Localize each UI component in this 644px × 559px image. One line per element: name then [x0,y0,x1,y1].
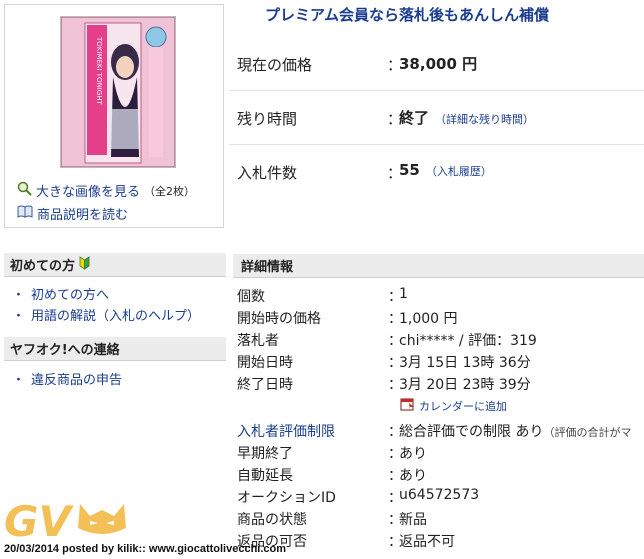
detail-row-bidder-rating-limit: 入札者評価制限 ： 総合評価での制限 あり（評価の合計がマ [237,421,644,443]
bullet: ・ [12,288,26,303]
detail-value: u64572573 [399,487,480,503]
rating-limit-note: （評価の合計がマ [543,426,632,439]
watermark-logo: GV [2,494,142,546]
current-price-label: 現在の価格 [237,56,313,74]
product-image-panel: TOKIMEKI TONIGHT 大きな画像を見る （全2枚） 商品説明を読む [4,4,224,228]
sidebar-link-report-violation[interactable]: ・違反商品の申告 [12,369,122,388]
detail-row-returns: 返品の可否 ： 返品不可 [237,531,644,553]
sidebar-link-beginners-guide[interactable]: ・初めての方へ [12,284,109,303]
package-title-text: TOKIMEKI TONIGHT [95,36,103,106]
bidder-rating-limit-link[interactable]: 入札者評価制限 [237,421,335,441]
bids-label: 入札件数 [237,164,298,182]
beginners-heading: 初めての方 [10,259,76,274]
detail-label: 開始日時 [237,355,293,371]
detail-value: あり [399,446,427,462]
detail-value: あり [399,468,427,484]
detail-label: 早期終了 [237,446,293,462]
time-left-label: 残り時間 [237,110,298,128]
beginners-section-header: 初めての方 [4,253,226,277]
enlarge-image-row: 大きな画像を見る （全2枚） [17,181,195,200]
calendar-icon [400,397,415,414]
detail-row-condition: 商品の状態 ： 新品 [237,509,644,531]
detail-row-auto-extend: 自動延長 ： あり [237,465,644,487]
detail-label: 落札者 [237,333,279,349]
current-price-row: 現在の価格 ： 38,000 円 [229,36,644,91]
detail-value: 総合評価での制限 あり（評価の合計がマ [399,421,631,441]
details-heading: 詳細情報 [241,260,294,275]
detail-label: 商品の状態 [237,512,307,528]
detail-value: 3月 20日 23時 39分 [399,377,531,393]
detail-row-quantity: 個数 ： 1 [237,286,644,308]
bids-value: 55 （入札履歴） [399,161,492,179]
product-image-art: TOKIMEKI TONIGHT [61,17,175,167]
detail-value: 3月 15日 13時 36分 [399,355,531,371]
bid-history-link[interactable]: （入札履歴） [426,165,492,178]
sidebar-link-label: 初めての方へ [31,288,110,303]
beginner-mark-icon [79,255,90,274]
enlarge-image-link[interactable]: 大きな画像を見る [36,181,140,200]
time-left-value: 終了 （詳細な残り時間） [399,107,534,128]
sidebar-link-label: 違反商品の申告 [31,373,123,388]
magnifier-icon [17,181,32,200]
add-to-calendar-link[interactable]: カレンダーに追加 [400,397,507,414]
winner-value[interactable]: chi***** / 評価：319 [399,330,537,350]
detail-label: 終了日時 [237,377,293,393]
sidebar-link-label: 用語の解説（入札のヘルプ） [31,309,201,324]
detail-label: 個数 [237,289,265,305]
rating-limit-value: 総合評価での制限 あり [399,424,544,440]
detail-row-early-end: 早期終了 ： あり [237,443,644,465]
bullet: ・ [12,309,26,324]
detail-row-end-time: 終了日時 ： 3月 20日 23時 39分 [237,374,644,396]
watermark-logo-text: GV [4,497,74,544]
bullet: ・ [12,373,26,388]
premium-insurance-banner-link[interactable]: プレミアム会員なら落札後もあんしん補償 [265,4,549,25]
detail-row-start-price: 開始時の価格 ： 1,000 円 [237,308,644,330]
time-left-status: 終了 [399,109,430,127]
read-description-link[interactable]: 商品説明を読む [37,204,128,223]
detail-label: 自動延長 [237,468,293,484]
image-count: （全2枚） [144,184,196,198]
bids-row: 入札件数 ： 55 （入札履歴） [229,144,644,198]
details-section-header: 詳細情報 [233,254,644,278]
detail-row-auction-id: オークションID ： u64572573 [237,487,644,509]
time-left-detail-link[interactable]: （詳細な残り時間） [435,113,534,126]
watermark-caption: 20/03/2014 posted by kilik:: www.giocatt… [4,543,287,555]
detail-row-winner: 落札者 ： chi***** / 評価：319 [237,330,644,352]
detail-value: 1 [399,286,408,302]
bids-count: 55 [399,161,420,179]
detail-value: 新品 [399,512,427,528]
detail-value: 1,000 円 [399,311,458,327]
book-icon [17,205,33,222]
detail-value: 返品不可 [399,534,455,550]
read-description-row: 商品説明を読む [17,204,128,223]
time-left-row: 残り時間 ： 終了 （詳細な残り時間） [229,90,644,145]
calendar-link-label: カレンダーに追加 [419,399,507,413]
detail-label: オークションID [237,490,336,506]
current-price-value: 38,000 円 [399,55,478,73]
detail-label: 開始時の価格 [237,311,321,327]
product-image[interactable]: TOKIMEKI TONIGHT [60,16,176,168]
detail-row-start-time: 開始日時 ： 3月 15日 13時 36分 [237,352,644,374]
contact-section-header: ヤフオク!への連絡 [4,337,226,361]
contact-heading: ヤフオク!への連絡 [10,343,120,358]
sidebar-link-glossary[interactable]: ・用語の解説（入札のヘルプ） [12,305,200,324]
